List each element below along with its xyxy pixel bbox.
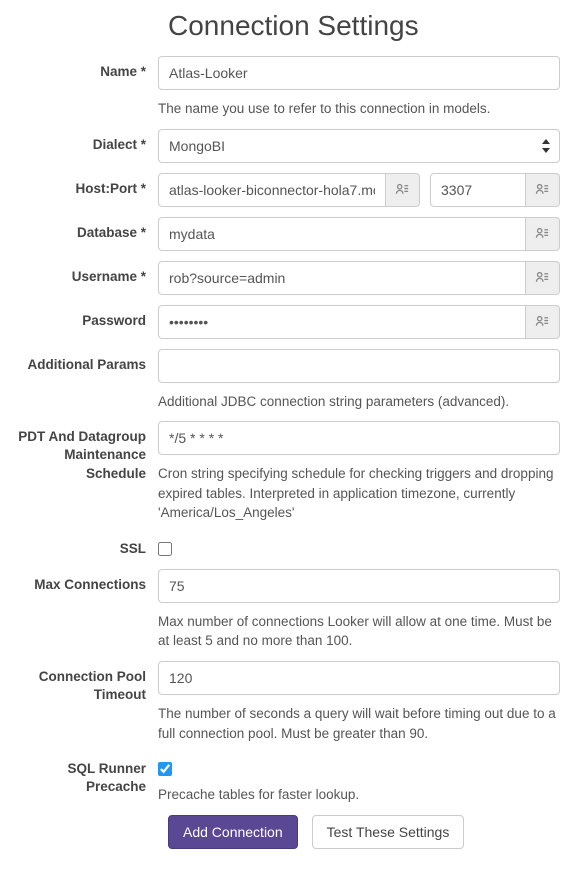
name-input[interactable] bbox=[158, 56, 560, 90]
label-max: Max Connections bbox=[12, 569, 158, 594]
add-connection-button[interactable]: Add Connection bbox=[168, 815, 298, 849]
user-attribute-icon[interactable] bbox=[526, 261, 560, 295]
label-dialect: Dialect * bbox=[12, 129, 158, 154]
database-input[interactable] bbox=[158, 217, 526, 251]
help-pdt: Cron string specifying schedule for chec… bbox=[158, 464, 560, 523]
user-attribute-icon[interactable] bbox=[386, 173, 420, 207]
help-pool: The number of seconds a query will wait … bbox=[158, 704, 560, 743]
ssl-checkbox[interactable] bbox=[158, 542, 172, 556]
page-title: Connection Settings bbox=[168, 10, 560, 42]
user-attribute-icon[interactable] bbox=[526, 217, 560, 251]
label-precache: SQL Runner Precache bbox=[12, 753, 158, 796]
help-precache: Precache tables for faster lookup. bbox=[158, 785, 560, 805]
label-username: Username * bbox=[12, 261, 158, 286]
test-settings-button[interactable]: Test These Settings bbox=[312, 815, 465, 849]
port-input[interactable] bbox=[430, 173, 526, 207]
label-pool: Connection Pool Timeout bbox=[12, 661, 158, 704]
help-params: Additional JDBC connection string parame… bbox=[158, 392, 560, 412]
user-attribute-icon[interactable] bbox=[526, 305, 560, 339]
dialect-select[interactable] bbox=[158, 129, 560, 163]
host-input[interactable] bbox=[158, 173, 386, 207]
password-input[interactable] bbox=[158, 305, 526, 339]
label-hostport: Host:Port * bbox=[12, 173, 158, 198]
label-database: Database * bbox=[12, 217, 158, 242]
precache-checkbox[interactable] bbox=[158, 762, 172, 776]
label-password: Password bbox=[12, 305, 158, 330]
max-connections-input[interactable] bbox=[158, 569, 560, 603]
pool-timeout-input[interactable] bbox=[158, 661, 560, 695]
label-pdt: PDT And Datagroup Maintenance Schedule bbox=[12, 421, 158, 483]
username-input[interactable] bbox=[158, 261, 526, 295]
label-name: Name * bbox=[12, 56, 158, 81]
pdt-schedule-input[interactable] bbox=[158, 421, 560, 455]
help-max: Max number of connections Looker will al… bbox=[158, 612, 560, 651]
label-params: Additional Params bbox=[12, 349, 158, 374]
label-ssl: SSL bbox=[12, 533, 158, 558]
user-attribute-icon[interactable] bbox=[526, 173, 560, 207]
params-input[interactable] bbox=[158, 349, 560, 383]
help-name: The name you use to refer to this connec… bbox=[158, 99, 560, 119]
